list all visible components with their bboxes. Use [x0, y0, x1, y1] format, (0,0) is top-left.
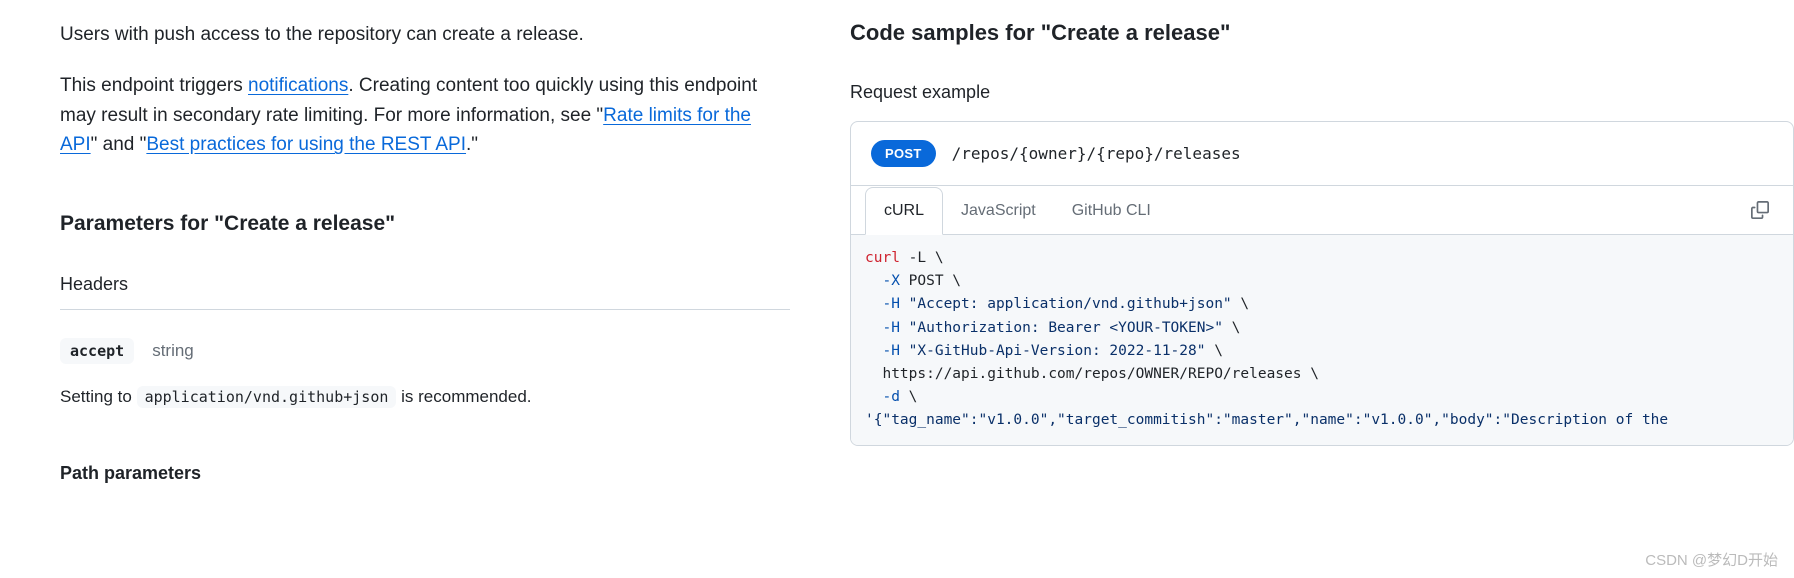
intro2-end: ." — [466, 134, 478, 155]
param-name-accept: accept — [60, 338, 134, 364]
code-block: curl -L \ -X POST \ -H "Accept: applicat… — [851, 235, 1793, 445]
accept-desc-post: is recommended. — [396, 387, 531, 406]
code-l4a: -H — [865, 320, 900, 336]
tab-github-cli[interactable]: GitHub CLI — [1054, 188, 1169, 234]
code-l2b: POST \ — [900, 273, 961, 289]
code-samples-heading: Code samples for "Create a release" — [850, 20, 1794, 46]
http-method-badge: POST — [871, 140, 936, 167]
code-l3a: -H — [865, 296, 900, 312]
intro2-mid2: " and " — [91, 134, 147, 155]
best-practices-link[interactable]: Best practices for using the REST API — [146, 134, 466, 155]
intro-paragraph-1: Users with push access to the repository… — [60, 20, 790, 49]
endpoint-path: /repos/{owner}/{repo}/releases — [952, 144, 1241, 163]
headers-heading: Headers — [60, 274, 790, 295]
code-l4c: \ — [1223, 320, 1240, 336]
code-l3c: \ — [1232, 296, 1249, 312]
request-example-heading: Request example — [850, 82, 1794, 103]
intro-paragraph-2: This endpoint triggers notifications. Cr… — [60, 71, 790, 159]
headers-divider — [60, 309, 790, 310]
code-tabs: cURL JavaScript GitHub CLI — [851, 186, 1793, 235]
code-l5a: -H — [865, 343, 900, 359]
watermark: CSDN @梦幻D开始 — [1645, 549, 1778, 570]
code-l1b: -L \ — [900, 250, 944, 266]
code-l2a: -X — [865, 273, 900, 289]
path-parameters-heading: Path parameters — [60, 463, 790, 484]
tab-curl[interactable]: cURL — [865, 187, 943, 235]
tab-javascript[interactable]: JavaScript — [943, 188, 1054, 234]
intro2-pre: This endpoint triggers — [60, 75, 248, 96]
param-accept-row: accept string — [60, 338, 790, 364]
notifications-link[interactable]: notifications — [248, 75, 348, 96]
code-l3b: "Accept: application/vnd.github+json" — [900, 296, 1232, 312]
param-type-accept: string — [152, 341, 194, 361]
code-l1a: curl — [865, 250, 900, 266]
code-l7: -d — [865, 389, 900, 405]
code-l4b: "Authorization: Bearer <YOUR-TOKEN>" — [900, 320, 1223, 336]
copy-icon[interactable] — [1741, 191, 1779, 229]
code-l9: '{"tag_name":"v1.0.0","target_commitish"… — [865, 412, 1668, 428]
code-l5b: "X-GitHub-Api-Version: 2022-11-28" — [900, 343, 1206, 359]
parameters-heading: Parameters for "Create a release" — [60, 212, 790, 236]
code-samples-panel: Code samples for "Create a release" Requ… — [850, 20, 1794, 484]
accept-desc-code: application/vnd.github+json — [137, 386, 397, 408]
accept-desc-pre: Setting to — [60, 387, 137, 406]
code-l5c: \ — [1205, 343, 1222, 359]
endpoint-row: POST /repos/{owner}/{repo}/releases — [851, 122, 1793, 186]
code-l6: https://api.github.com/repos/OWNER/REPO/… — [865, 366, 1319, 382]
param-desc-accept: Setting to application/vnd.github+json i… — [60, 384, 790, 410]
sample-box: POST /repos/{owner}/{repo}/releases cURL… — [850, 121, 1794, 446]
code-l8: \ — [900, 389, 917, 405]
doc-main: Users with push access to the repository… — [0, 20, 850, 484]
